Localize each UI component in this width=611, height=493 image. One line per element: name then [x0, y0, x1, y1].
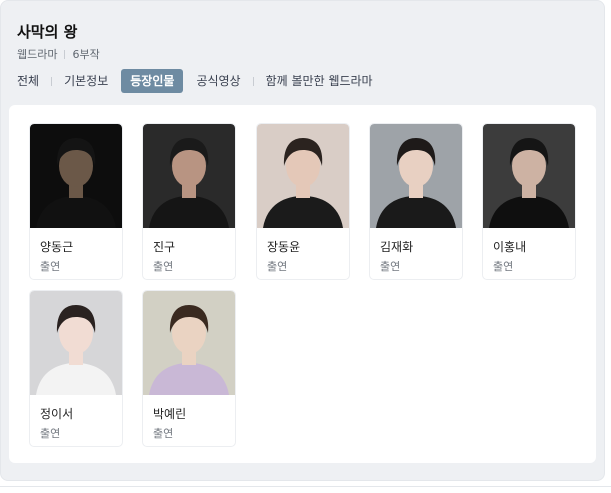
cast-role: 출연: [153, 427, 174, 440]
cast-card[interactable]: 박예린 출연: [142, 290, 236, 447]
cast-name[interactable]: 정이서: [40, 405, 73, 422]
bottom-divider: [0, 486, 611, 487]
cast-name[interactable]: 김재화: [380, 238, 413, 255]
tab-official-video[interactable]: 공식영상: [196, 69, 240, 93]
cast-card[interactable]: 정이서 출연: [29, 290, 123, 447]
cast-photo[interactable]: [30, 291, 122, 395]
drama-title[interactable]: 사막의 왕: [17, 21, 77, 42]
cast-grid: 양동근 출연 진구 출연 장동윤 출연 김재화 출연 이홍내 출연 정이서 출연: [9, 105, 596, 463]
tab-recommended[interactable]: 함께 볼만한 웹드라마: [266, 69, 373, 93]
cast-card[interactable]: 이홍내 출연: [482, 123, 576, 280]
tab-divider: [51, 76, 53, 86]
cast-photo[interactable]: [143, 291, 235, 395]
portrait-image: [483, 124, 575, 228]
meta-type: 웹드라마: [17, 48, 58, 61]
portrait-image: [30, 124, 122, 228]
portrait-image: [370, 124, 462, 228]
cast-photo[interactable]: [257, 124, 349, 228]
cast-role: 출연: [153, 260, 174, 273]
cast-role: 출연: [40, 260, 61, 273]
tab-all[interactable]: 전체: [17, 69, 39, 93]
cast-name[interactable]: 양동근: [40, 238, 73, 255]
cast-card[interactable]: 양동근 출연: [29, 123, 123, 280]
cast-photo[interactable]: [483, 124, 575, 228]
tab-basic-info[interactable]: 기본정보: [64, 69, 108, 93]
cast-card[interactable]: 장동윤 출연: [256, 123, 350, 280]
cast-role: 출연: [493, 260, 514, 273]
cast-name[interactable]: 이홍내: [493, 238, 526, 255]
portrait-image: [143, 291, 235, 395]
cast-name[interactable]: 진구: [153, 238, 175, 255]
cast-card[interactable]: 진구 출연: [142, 123, 236, 280]
cast-role: 출연: [380, 260, 401, 273]
cast-photo[interactable]: [30, 124, 122, 228]
meta-episodes: 6부작: [72, 48, 100, 61]
portrait-image: [257, 124, 349, 228]
tab-cast[interactable]: 등장인물: [121, 69, 184, 93]
portrait-image: [143, 124, 235, 228]
cast-photo[interactable]: [370, 124, 462, 228]
drama-info-panel: 사막의 왕 웹드라마 6부작 전체 기본정보 등장인물 공식영상 함께 볼만한 …: [0, 0, 605, 481]
cast-photo[interactable]: [143, 124, 235, 228]
portrait-image: [30, 291, 122, 395]
drama-meta: 웹드라마 6부작: [17, 46, 100, 62]
cast-card[interactable]: 김재화 출연: [369, 123, 463, 280]
tab-divider: [252, 76, 254, 86]
tab-bar: 전체 기본정보 등장인물 공식영상 함께 볼만한 웹드라마: [17, 69, 373, 93]
cast-name[interactable]: 박예린: [153, 405, 186, 422]
cast-role: 출연: [40, 427, 61, 440]
meta-divider: [64, 49, 66, 59]
cast-name[interactable]: 장동윤: [267, 238, 300, 255]
cast-role: 출연: [267, 260, 288, 273]
